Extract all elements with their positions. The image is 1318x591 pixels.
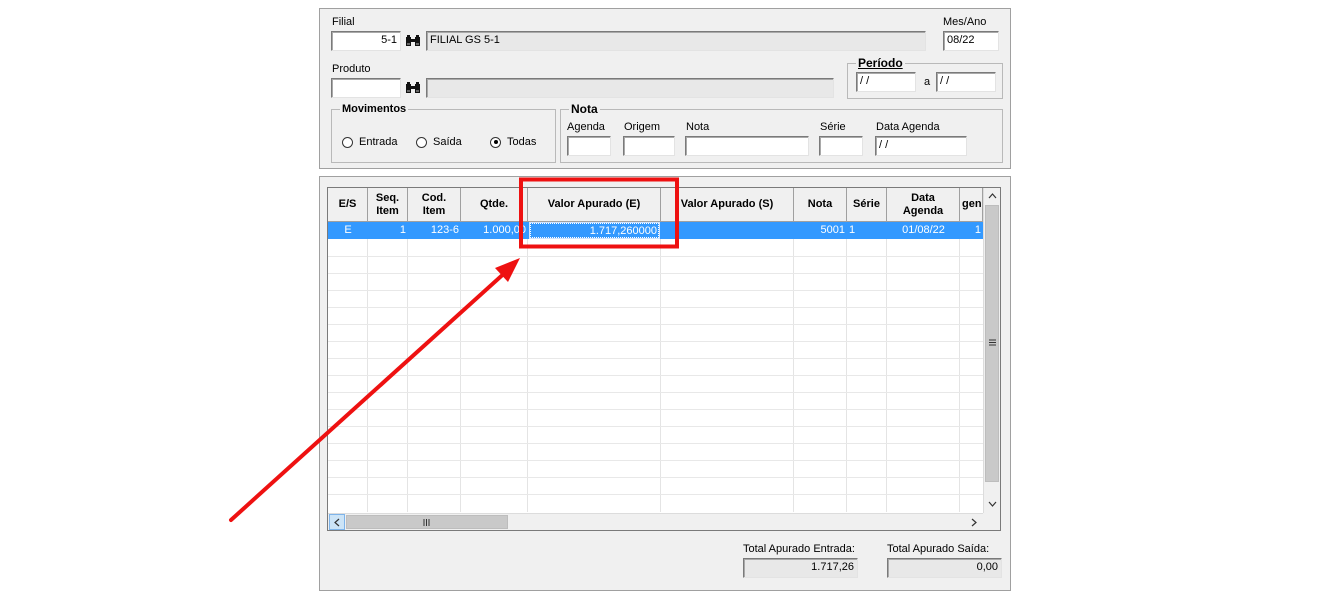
annotation-arrow-shaft	[229, 268, 510, 522]
highlight-box	[519, 177, 679, 249]
annotation-overlay	[229, 177, 679, 522]
